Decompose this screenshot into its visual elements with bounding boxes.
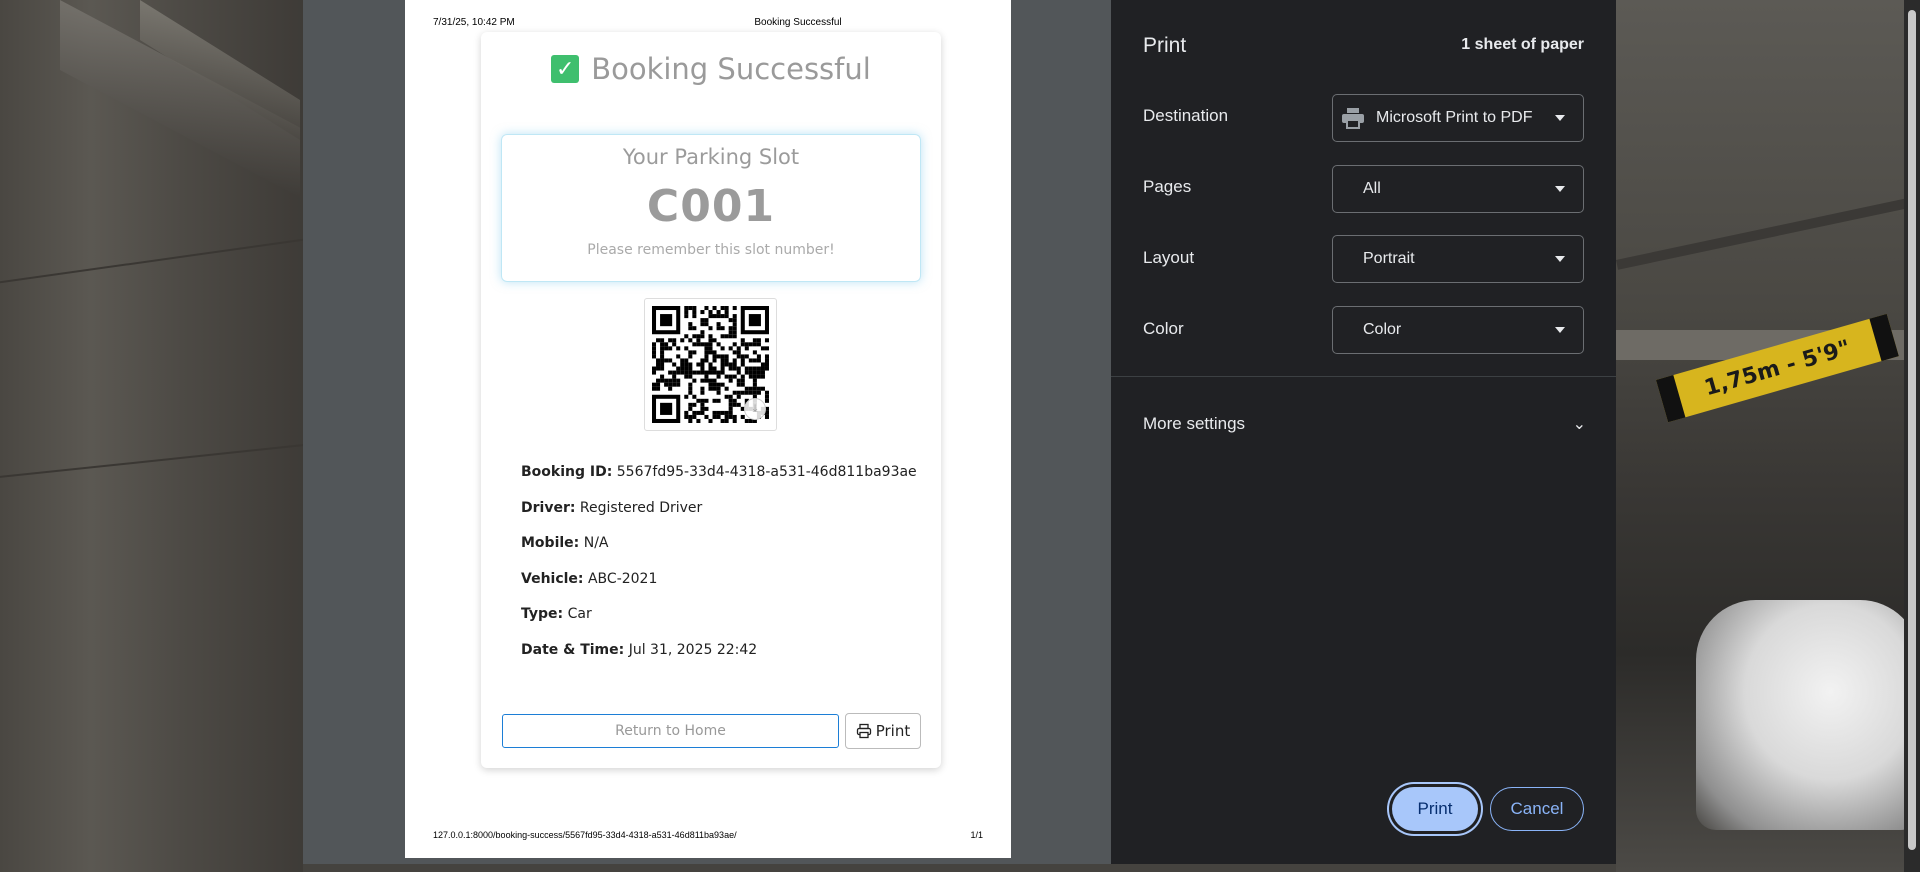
detail-value: 5567fd95-33d4-4318-a531-46d811ba93ae (616, 464, 917, 480)
color-value: Color (1363, 321, 1402, 338)
dropdown-caret-icon (1555, 256, 1565, 262)
wall-seam (0, 238, 303, 284)
qr-code: ⤓ (644, 298, 777, 431)
preview-page: 7/31/25, 10:42 PM Booking Successful ✓ B… (405, 0, 1011, 858)
layout-value: Portrait (1363, 250, 1415, 267)
detail-row: Driver: Registered Driver (521, 500, 921, 536)
detail-row: Type: Car (521, 606, 921, 642)
destination-label: Destination (1143, 106, 1229, 125)
parked-car (1696, 600, 1920, 830)
layout-label: Layout (1143, 248, 1195, 267)
scrollbar-thumb[interactable] (1908, 10, 1916, 850)
ceiling-pipe (1616, 196, 1916, 270)
printer-icon (856, 723, 871, 739)
sheet-count: 1 sheet of paper (1461, 36, 1584, 53)
detail-value: Registered Driver (579, 499, 703, 516)
detail-value: Jul 31, 2025 22:42 (628, 641, 758, 658)
detail-row: Date & Time: Jul 31, 2025 22:42 (521, 642, 921, 678)
success-heading: ✓ Booking Successful (481, 52, 941, 86)
detail-label: Vehicle: (521, 570, 584, 587)
printer-icon (1342, 108, 1364, 129)
color-label: Color (1143, 319, 1184, 338)
cancel-button[interactable]: Cancel (1490, 787, 1584, 831)
detail-row: Booking ID: 5567fd95-33d4-4318-a531-46d8… (521, 464, 921, 500)
detail-label: Booking ID: (521, 464, 613, 480)
page-print-button[interactable]: Print (845, 713, 921, 749)
detail-label: Type: (521, 606, 564, 623)
success-title: Booking Successful (591, 52, 871, 86)
destination-select[interactable]: Microsoft Print to PDF (1332, 94, 1584, 142)
dropdown-caret-icon (1555, 327, 1565, 333)
detail-label: Mobile: (521, 535, 580, 552)
scrollbar[interactable] (1904, 0, 1920, 872)
pages-value: All (1363, 180, 1381, 197)
slot-number: C001 (646, 181, 776, 232)
print-button[interactable]: Print (1392, 787, 1478, 831)
print-dialog-title: Print (1143, 34, 1187, 57)
slot-label: Your Parking Slot (622, 145, 800, 169)
dropdown-caret-icon (1555, 186, 1565, 192)
page-footer-url: 127.0.0.1:8000/booking-success/5567fd95-… (433, 830, 737, 840)
page-header-title: Booking Successful (754, 17, 842, 28)
more-settings-toggle[interactable]: More settings (1143, 414, 1245, 434)
checkmark-icon: ✓ (551, 55, 580, 83)
pages-label: Pages (1143, 177, 1192, 196)
destination-value: Microsoft Print to PDF (1376, 109, 1533, 126)
layout-select[interactable]: Portrait (1332, 235, 1584, 283)
background-photo-right: 1,75m - 5'9" (1616, 0, 1920, 872)
booking-card: ✓ Booking Successful Your Parking Slot C… (481, 32, 941, 768)
page-print-label: Print (875, 722, 911, 740)
print-settings-panel: Print 1 sheet of paper Destination Micro… (1111, 0, 1616, 864)
pages-select[interactable]: All (1332, 165, 1584, 213)
booking-details: Booking ID: 5567fd95-33d4-4318-a531-46d8… (521, 464, 921, 678)
detail-label: Driver: (521, 499, 576, 516)
detail-label: Date & Time: (521, 641, 625, 658)
panel-divider (1111, 376, 1616, 377)
detail-row: Vehicle: ABC-2021 (521, 571, 921, 607)
chevron-down-icon[interactable]: ⌄ (1573, 414, 1586, 434)
detail-row: Mobile: N/A (521, 535, 921, 571)
detail-value: Car (567, 606, 592, 623)
slot-note: Please remember this slot number! (587, 242, 835, 258)
dropdown-caret-icon (1555, 115, 1565, 121)
slot-box: Your Parking Slot C001 Please remember t… (501, 134, 921, 282)
detail-value: ABC-2021 (587, 570, 658, 587)
background-floor-strip (303, 864, 1616, 872)
print-preview-area[interactable]: 7/31/25, 10:42 PM Booking Successful ✓ B… (303, 0, 1111, 864)
wall-seam (0, 444, 303, 478)
background-photo-left (0, 0, 303, 872)
page-footer-number: 1/1 (970, 830, 983, 840)
detail-value: N/A (583, 535, 609, 552)
download-icon[interactable]: ⤓ (744, 398, 766, 420)
color-select[interactable]: Color (1332, 306, 1584, 354)
return-home-button[interactable]: Return to Home (502, 714, 839, 748)
